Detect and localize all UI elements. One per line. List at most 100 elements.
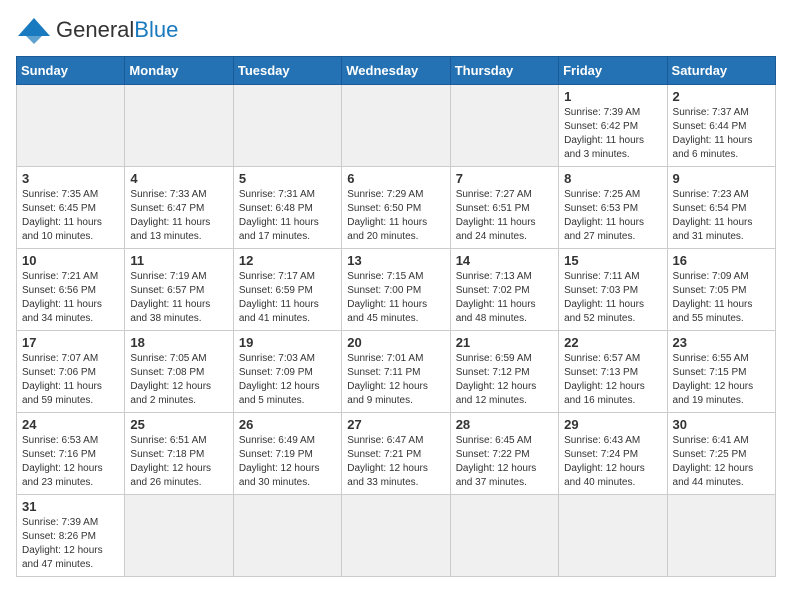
calendar-day-cell: 29 Sunrise: 6:43 AM Sunset: 7:24 PM Dayli…	[559, 413, 667, 495]
calendar-day-cell	[559, 495, 667, 577]
calendar-day-cell	[342, 85, 450, 167]
calendar-day-cell	[17, 85, 125, 167]
weekday-header-cell: Thursday	[450, 57, 558, 85]
calendar-week-row: 31 Sunrise: 7:39 AM Sunset: 8:26 PM Dayli…	[17, 495, 776, 577]
day-number: 6	[347, 171, 444, 186]
day-info: Sunrise: 6:51 AM Sunset: 7:18 PM Dayligh…	[130, 434, 227, 490]
weekday-header-cell: Tuesday	[233, 57, 341, 85]
day-info: Sunrise: 6:57 AM Sunset: 7:13 PM Dayligh…	[564, 352, 661, 408]
calendar-week-row: 24Sunrise: 6:53 AM Sunset: 7:16 PM Dayli…	[17, 413, 776, 495]
calendar-day-cell: 7Sunrise: 7:27 AM Sunset: 6:51 PM Daylig…	[450, 167, 558, 249]
day-number: 29	[564, 417, 661, 432]
day-number: 31	[22, 499, 119, 514]
calendar-day-cell: 30 Sunrise: 6:41 AM Sunset: 7:25 PM Dayli…	[667, 413, 775, 495]
calendar-day-cell: 13Sunrise: 7:15 AM Sunset: 7:00 PM Dayli…	[342, 249, 450, 331]
calendar-day-cell: 21Sunrise: 6:59 AM Sunset: 7:12 PM Dayli…	[450, 331, 558, 413]
weekday-header-cell: Sunday	[17, 57, 125, 85]
calendar-day-cell	[450, 495, 558, 577]
day-info: Sunrise: 7:23 AM Sunset: 6:54 PM Dayligh…	[673, 188, 770, 244]
day-info: Sunrise: 7:19 AM Sunset: 6:57 PM Dayligh…	[130, 270, 227, 326]
weekday-header-cell: Friday	[559, 57, 667, 85]
calendar-day-cell: 28 Sunrise: 6:45 AM Sunset: 7:22 PM Dayli…	[450, 413, 558, 495]
calendar-day-cell: 11 Sunrise: 7:19 AM Sunset: 6:57 PM Dayli…	[125, 249, 233, 331]
day-number: 15	[564, 253, 661, 268]
calendar-day-cell: 26 Sunrise: 6:49 AM Sunset: 7:19 PM Dayli…	[233, 413, 341, 495]
calendar-day-cell	[125, 495, 233, 577]
calendar-day-cell: 23 Sunrise: 6:55 AM Sunset: 7:15 PM Dayli…	[667, 331, 775, 413]
day-info: Sunrise: 6:41 AM Sunset: 7:25 PM Dayligh…	[673, 434, 770, 490]
day-info: Sunrise: 6:43 AM Sunset: 7:24 PM Dayligh…	[564, 434, 661, 490]
day-number: 10	[22, 253, 119, 268]
day-info: Sunrise: 7:03 AM Sunset: 7:09 PM Dayligh…	[239, 352, 336, 408]
day-info: Sunrise: 7:39 AM Sunset: 6:42 PM Dayligh…	[564, 106, 661, 162]
weekday-header-cell: Saturday	[667, 57, 775, 85]
calendar-day-cell: 20Sunrise: 7:01 AM Sunset: 7:11 PM Dayli…	[342, 331, 450, 413]
calendar-week-row: 1 Sunrise: 7:39 AM Sunset: 6:42 PM Daylig…	[17, 85, 776, 167]
calendar-day-cell: 16 Sunrise: 7:09 AM Sunset: 7:05 PM Dayli…	[667, 249, 775, 331]
day-number: 2	[673, 89, 770, 104]
calendar-day-cell: 22 Sunrise: 6:57 AM Sunset: 7:13 PM Dayli…	[559, 331, 667, 413]
day-info: Sunrise: 7:33 AM Sunset: 6:47 PM Dayligh…	[130, 188, 227, 244]
calendar-day-cell: 19Sunrise: 7:03 AM Sunset: 7:09 PM Dayli…	[233, 331, 341, 413]
calendar-day-cell: 2Sunrise: 7:37 AM Sunset: 6:44 PM Daylig…	[667, 85, 775, 167]
day-number: 5	[239, 171, 336, 186]
day-info: Sunrise: 7:11 AM Sunset: 7:03 PM Dayligh…	[564, 270, 661, 326]
day-info: Sunrise: 7:35 AM Sunset: 6:45 PM Dayligh…	[22, 188, 119, 244]
day-info: Sunrise: 6:47 AM Sunset: 7:21 PM Dayligh…	[347, 434, 444, 490]
calendar-day-cell	[233, 495, 341, 577]
calendar-week-row: 17Sunrise: 7:07 AM Sunset: 7:06 PM Dayli…	[17, 331, 776, 413]
day-number: 30	[673, 417, 770, 432]
calendar-day-cell	[125, 85, 233, 167]
day-number: 14	[456, 253, 553, 268]
day-number: 23	[673, 335, 770, 350]
calendar-day-cell: 6 Sunrise: 7:29 AM Sunset: 6:50 PM Daylig…	[342, 167, 450, 249]
day-number: 21	[456, 335, 553, 350]
day-number: 11	[130, 253, 227, 268]
calendar-day-cell: 9 Sunrise: 7:23 AM Sunset: 6:54 PM Daylig…	[667, 167, 775, 249]
calendar-day-cell: 27Sunrise: 6:47 AM Sunset: 7:21 PM Dayli…	[342, 413, 450, 495]
logo: GeneralBlue	[16, 16, 178, 44]
day-info: Sunrise: 6:55 AM Sunset: 7:15 PM Dayligh…	[673, 352, 770, 408]
day-number: 25	[130, 417, 227, 432]
day-number: 13	[347, 253, 444, 268]
day-info: Sunrise: 7:39 AM Sunset: 8:26 PM Dayligh…	[22, 516, 119, 572]
calendar-table: SundayMondayTuesdayWednesdayThursdayFrid…	[16, 56, 776, 577]
day-number: 3	[22, 171, 119, 186]
logo-icon	[16, 16, 52, 44]
day-number: 9	[673, 171, 770, 186]
day-info: Sunrise: 7:05 AM Sunset: 7:08 PM Dayligh…	[130, 352, 227, 408]
calendar-day-cell: 1 Sunrise: 7:39 AM Sunset: 6:42 PM Daylig…	[559, 85, 667, 167]
calendar-day-cell	[450, 85, 558, 167]
calendar-body: 1 Sunrise: 7:39 AM Sunset: 6:42 PM Daylig…	[17, 85, 776, 577]
calendar-day-cell	[342, 495, 450, 577]
day-number: 7	[456, 171, 553, 186]
day-number: 16	[673, 253, 770, 268]
logo-text: GeneralBlue	[56, 17, 178, 43]
weekday-header-cell: Monday	[125, 57, 233, 85]
calendar-day-cell: 17Sunrise: 7:07 AM Sunset: 7:06 PM Dayli…	[17, 331, 125, 413]
day-number: 17	[22, 335, 119, 350]
day-number: 1	[564, 89, 661, 104]
day-number: 12	[239, 253, 336, 268]
calendar-week-row: 3 Sunrise: 7:35 AM Sunset: 6:45 PM Daylig…	[17, 167, 776, 249]
day-info: Sunrise: 6:45 AM Sunset: 7:22 PM Dayligh…	[456, 434, 553, 490]
day-number: 22	[564, 335, 661, 350]
day-info: Sunrise: 6:49 AM Sunset: 7:19 PM Dayligh…	[239, 434, 336, 490]
day-number: 8	[564, 171, 661, 186]
day-info: Sunrise: 7:13 AM Sunset: 7:02 PM Dayligh…	[456, 270, 553, 326]
day-info: Sunrise: 7:09 AM Sunset: 7:05 PM Dayligh…	[673, 270, 770, 326]
day-number: 4	[130, 171, 227, 186]
calendar-day-cell	[233, 85, 341, 167]
day-number: 28	[456, 417, 553, 432]
day-info: Sunrise: 7:29 AM Sunset: 6:50 PM Dayligh…	[347, 188, 444, 244]
calendar-day-cell: 18 Sunrise: 7:05 AM Sunset: 7:08 PM Dayli…	[125, 331, 233, 413]
day-info: Sunrise: 7:21 AM Sunset: 6:56 PM Dayligh…	[22, 270, 119, 326]
day-number: 26	[239, 417, 336, 432]
calendar-day-cell: 14 Sunrise: 7:13 AM Sunset: 7:02 PM Dayli…	[450, 249, 558, 331]
day-number: 24	[22, 417, 119, 432]
day-info: Sunrise: 7:01 AM Sunset: 7:11 PM Dayligh…	[347, 352, 444, 408]
calendar-day-cell: 25 Sunrise: 6:51 AM Sunset: 7:18 PM Dayli…	[125, 413, 233, 495]
calendar-day-cell: 24Sunrise: 6:53 AM Sunset: 7:16 PM Dayli…	[17, 413, 125, 495]
day-number: 18	[130, 335, 227, 350]
calendar-week-row: 10 Sunrise: 7:21 AM Sunset: 6:56 PM Dayli…	[17, 249, 776, 331]
